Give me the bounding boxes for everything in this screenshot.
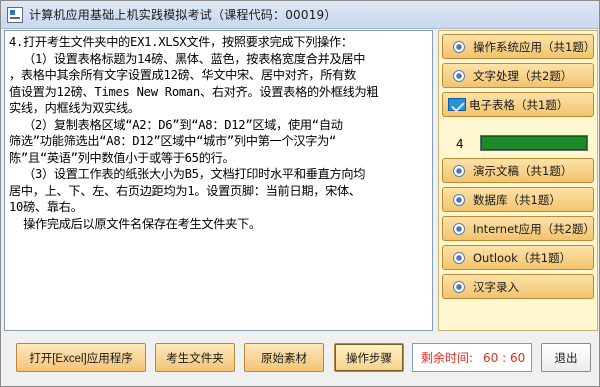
radio-icon — [453, 280, 465, 293]
remaining-time-display: 剩余时间: 60 : 60 — [412, 343, 532, 372]
category-label: 文字处理（共2题） — [473, 68, 573, 83]
progress-fill — [481, 136, 587, 150]
category-ppt-button[interactable]: 演示文稿（共1题） — [442, 158, 594, 183]
question-line: （3）设置工作表的纸张大小为B5，文档打印时水平和垂直方向均 — [9, 167, 366, 181]
question-line: 4.打开考生文件夹中的EX1.XLSX文件，按照要求完成下列操作： — [9, 35, 353, 49]
question-line: 10磅、靠右。 — [9, 200, 83, 214]
app-icon — [7, 6, 23, 23]
operation-steps-button[interactable]: 操作步骤 — [334, 343, 404, 372]
question-text-area[interactable]: 4.打开考生文件夹中的EX1.XLSX文件，按照要求完成下列操作： （1）设置表… — [4, 30, 433, 331]
question-line: 筛选”功能筛选出“A8：D12”区域中“城市”列中第一个汉字为“ — [9, 134, 337, 148]
exit-button[interactable]: 退出 — [541, 343, 591, 372]
app-window: 计算机应用基础上机实践模拟考试（课程代码：00019） 4.打开考生文件夹中的E… — [0, 0, 600, 387]
question-number: 4 — [456, 137, 464, 151]
window-title: 计算机应用基础上机实践模拟考试（课程代码：00019） — [29, 8, 337, 22]
category-label: 电子表格（共1题） — [469, 97, 569, 112]
radio-icon — [453, 222, 465, 235]
question-line: 居中，上、下、左、右页边距均为1。设置页脚：当前日期，宋体、 — [9, 183, 361, 198]
original-material-button[interactable]: 原始素材 — [244, 343, 324, 372]
question-line: 操作完成后以原文件名保存在考生文件夹下。 — [9, 216, 261, 231]
question-line: 值设置为12磅、Times New Roman、右对齐。设置表格的外框线为粗 — [9, 84, 379, 99]
open-excel-button[interactable]: 打开[Excel]应用程序 — [16, 343, 146, 372]
category-label: 数据库（共1题） — [473, 192, 561, 207]
radio-icon — [453, 193, 465, 206]
progress-bar — [480, 135, 588, 151]
question-line: （2）复制表格区域“A2：D6”到“A8：D12”区域，使用“自动 — [9, 117, 343, 132]
radio-icon — [453, 164, 465, 177]
category-word-button[interactable]: 文字处理（共2题） — [442, 63, 594, 88]
question-line: 陈”且“英语”列中数值小于或等于65的行。 — [9, 150, 235, 165]
title-bar: 计算机应用基础上机实践模拟考试（课程代码：00019） — [1, 1, 599, 29]
question-line: ，表格中其余所有文字设置成12磅、华文中宋、居中对齐，所有数 — [9, 68, 356, 82]
selected-check-icon — [448, 98, 466, 111]
timer-label: 剩余时间: — [421, 351, 474, 365]
category-typing-button[interactable]: 汉字录入 — [442, 274, 594, 299]
category-os-button[interactable]: 操作系统应用（共1题） — [442, 34, 596, 59]
question-line: 实线，内框线为双实线。 — [9, 101, 140, 115]
category-internet-button[interactable]: Internet应用（共2题） — [442, 216, 595, 241]
category-excel-button[interactable]: 电子表格（共1题） — [442, 92, 594, 117]
timer-value: 60 : 60 — [483, 350, 526, 365]
category-label: 演示文稿（共1题） — [473, 163, 573, 178]
question-line: （1）设置表格标题为14磅、黑体、蓝色，按表格宽度合并及居中 — [9, 51, 366, 66]
category-outlook-button[interactable]: Outlook（共1题） — [442, 245, 594, 270]
category-label: Internet应用（共2题） — [473, 221, 595, 236]
category-database-button[interactable]: 数据库（共1题） — [442, 187, 594, 212]
category-label: 汉字录入 — [473, 279, 519, 294]
radio-icon — [453, 40, 465, 53]
category-panel: 操作系统应用（共1题） 文字处理（共2题） 电子表格（共1题） 4 演示文稿（共… — [438, 30, 598, 331]
radio-icon — [453, 251, 465, 264]
student-folder-button[interactable]: 考生文件夹 — [155, 343, 235, 372]
radio-icon — [453, 69, 465, 82]
bottom-toolbar: 打开[Excel]应用程序 考生文件夹 原始素材 操作步骤 剩余时间: 60 :… — [4, 333, 598, 385]
category-label: 操作系统应用（共1题） — [473, 39, 596, 54]
category-label: Outlook（共1题） — [473, 250, 572, 265]
